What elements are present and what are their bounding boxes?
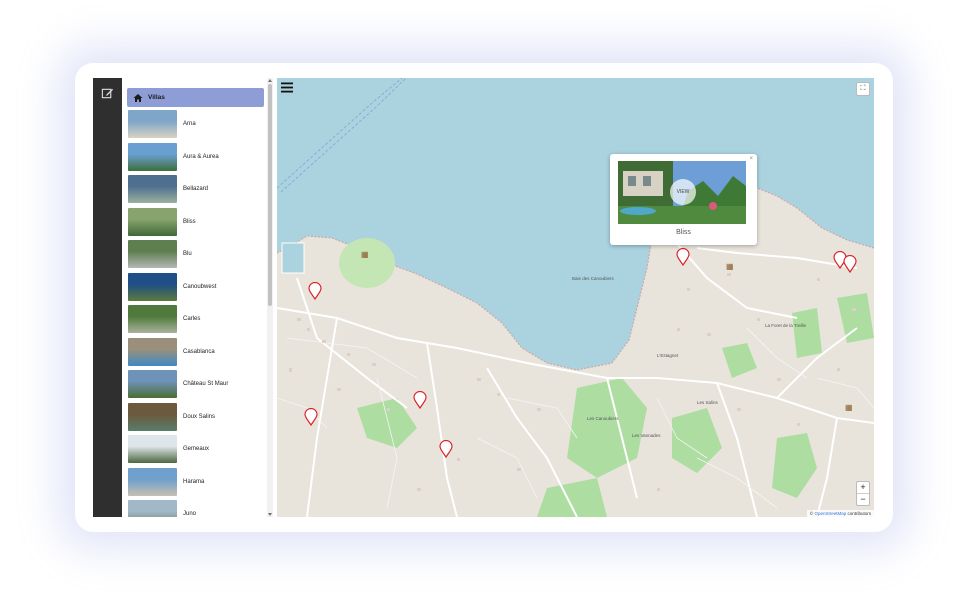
villa-thumbnail[interactable] <box>128 142 177 171</box>
villa-marker-pin-icon[interactable] <box>676 248 690 266</box>
left-rail <box>93 78 122 517</box>
popup-title[interactable]: Bliss <box>610 229 757 236</box>
attribution-link[interactable]: OpenStreetMap <box>814 511 846 516</box>
villa-marker-pin-icon[interactable] <box>843 255 857 273</box>
villa-thumbnail[interactable] <box>128 467 177 496</box>
poi-icon: ▦ <box>845 403 853 412</box>
zoom-controls: + − <box>856 481 870 506</box>
map-label-bay: Baie des Canoubiers <box>572 276 614 281</box>
villa-name[interactable]: Harama <box>183 479 204 485</box>
attribution-prefix: © <box>809 511 814 516</box>
villa-name[interactable]: Juno <box>183 511 196 517</box>
villa-list-item[interactable]: Aura & Aurea <box>128 142 268 172</box>
villa-marker-pin-icon[interactable] <box>304 408 318 426</box>
villa-list-item[interactable]: Carles <box>128 304 268 334</box>
villa-name[interactable]: Aura & Aurea <box>183 154 219 160</box>
villa-thumbnail[interactable] <box>128 240 177 268</box>
villa-name[interactable]: Bliss <box>183 219 196 225</box>
villa-thumbnail[interactable] <box>128 175 177 203</box>
villa-list-item[interactable]: Blu <box>128 239 268 269</box>
scroll-down-arrow-icon[interactable] <box>268 513 272 516</box>
villa-name[interactable]: Château St Maur <box>183 381 228 387</box>
villa-list-item[interactable]: Doux Salins <box>128 402 268 432</box>
villa-thumbnail[interactable] <box>128 500 177 517</box>
villa-name[interactable]: Casablanca <box>183 349 215 355</box>
villa-thumbnail[interactable] <box>128 337 177 366</box>
villa-popup: × VIEW Bliss <box>610 154 757 245</box>
villa-sidebar: Villas Arna Aura & Aurea Bellazard Bliss Blu… <box>122 78 277 517</box>
attribution-suffix: contributors <box>847 511 871 516</box>
fullscreen-icon[interactable]: ⛶ <box>856 82 870 96</box>
map-attribution: © OpenStreetMap contributors <box>806 510 874 517</box>
villa-list-item[interactable]: Bellazard <box>128 174 268 204</box>
menu-icon[interactable] <box>281 82 293 93</box>
villa-thumbnail[interactable] <box>128 272 177 301</box>
villa-thumbnail[interactable] <box>128 110 177 138</box>
villas-header-label: Villas <box>148 94 165 101</box>
view-button[interactable]: VIEW <box>670 179 696 205</box>
villa-marker-pin-icon[interactable] <box>413 391 427 409</box>
zoom-in-button[interactable]: + <box>857 482 869 493</box>
map-view[interactable]: ⛶ Baie des Canoubiers L'Estagnet Les Can… <box>277 78 874 517</box>
villa-name[interactable]: Doux Salins <box>183 414 215 420</box>
villa-name[interactable]: Carles <box>183 316 200 322</box>
villa-popup-photo[interactable]: VIEW <box>618 161 746 224</box>
poi-icon: ▦ <box>726 262 734 271</box>
villa-thumbnail[interactable] <box>128 305 177 333</box>
villa-list-item[interactable]: Harama <box>128 467 268 497</box>
map-label-place: Les Canoubiers <box>587 416 619 421</box>
villa-name[interactable]: Gemeaux <box>183 446 209 452</box>
villa-name[interactable]: Arna <box>183 121 196 127</box>
villa-marker-pin-icon[interactable] <box>308 282 322 300</box>
villa-name[interactable]: Canoubwest <box>183 284 216 290</box>
villa-thumbnail[interactable] <box>128 207 177 236</box>
map-tiles <box>277 78 874 517</box>
home-icon <box>133 93 143 102</box>
sidebar-scrollbar-thumb[interactable] <box>268 84 272 306</box>
villa-thumbnail[interactable] <box>128 370 177 398</box>
villa-list-item[interactable]: Bliss <box>128 207 268 237</box>
villa-thumbnail[interactable] <box>128 402 177 431</box>
map-label-place: L'Estagnet <box>657 353 679 358</box>
scroll-up-arrow-icon[interactable] <box>268 79 272 82</box>
villa-list-item[interactable]: Canoubwest <box>128 272 268 302</box>
villa-list-item[interactable]: Château St Maur <box>128 369 268 399</box>
map-label-place: Les Vannades <box>632 433 661 438</box>
app-window: Villas Arna Aura & Aurea Bellazard Bliss Blu… <box>93 78 874 517</box>
villa-list-item[interactable]: Juno <box>128 499 268 517</box>
popup-close-icon[interactable]: × <box>749 156 753 162</box>
villa-thumbnail[interactable] <box>128 435 177 463</box>
zoom-out-button[interactable]: − <box>857 493 869 505</box>
villa-marker-pin-icon[interactable] <box>439 440 453 458</box>
villa-list-item[interactable]: Gemeaux <box>128 434 268 464</box>
map-label-place: Les Salins <box>697 400 718 405</box>
edit-icon[interactable] <box>101 87 114 100</box>
villa-list-item[interactable]: Arna <box>128 109 268 139</box>
villa-name[interactable]: Bellazard <box>183 186 208 192</box>
villas-header[interactable]: Villas <box>127 88 264 107</box>
villa-name[interactable]: Blu <box>183 251 192 257</box>
poi-icon: ▦ <box>361 250 369 259</box>
map-label-place: La Foret de la Treille <box>765 323 807 328</box>
villa-list-item[interactable]: Casablanca <box>128 337 268 367</box>
